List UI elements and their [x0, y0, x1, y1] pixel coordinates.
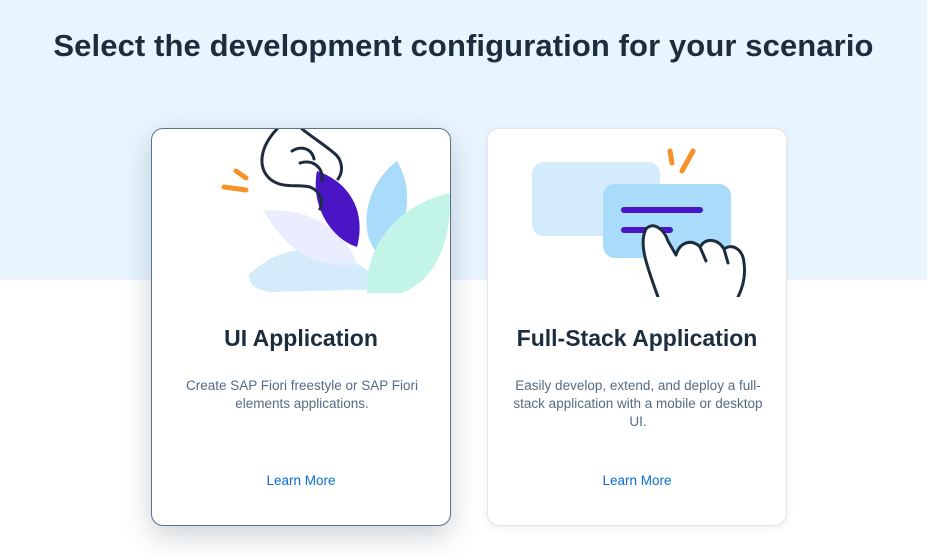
learn-more-link[interactable]: Learn More	[488, 473, 786, 488]
spark-icon	[221, 168, 249, 193]
card-title: Full-Stack Application	[516, 325, 758, 351]
card-description: Easily develop, extend, and deploy a ful…	[513, 378, 763, 429]
spark-icon	[667, 148, 696, 174]
full-stack-application-card[interactable]: Full-Stack Application Easily develop, e…	[487, 128, 787, 526]
learn-more-link[interactable]: Learn More	[152, 473, 450, 488]
hand-picking-flower-illustration	[221, 129, 450, 293]
card-description: Create SAP Fiori freestyle or SAP Fiori …	[185, 378, 419, 411]
hand-tapping-chat-bubble-illustration	[532, 148, 746, 297]
ui-application-card[interactable]: UI Application Create SAP Fiori freestyl…	[151, 128, 451, 526]
card-title: UI Application	[224, 325, 378, 351]
page-title: Select the development configuration for…	[53, 28, 874, 63]
